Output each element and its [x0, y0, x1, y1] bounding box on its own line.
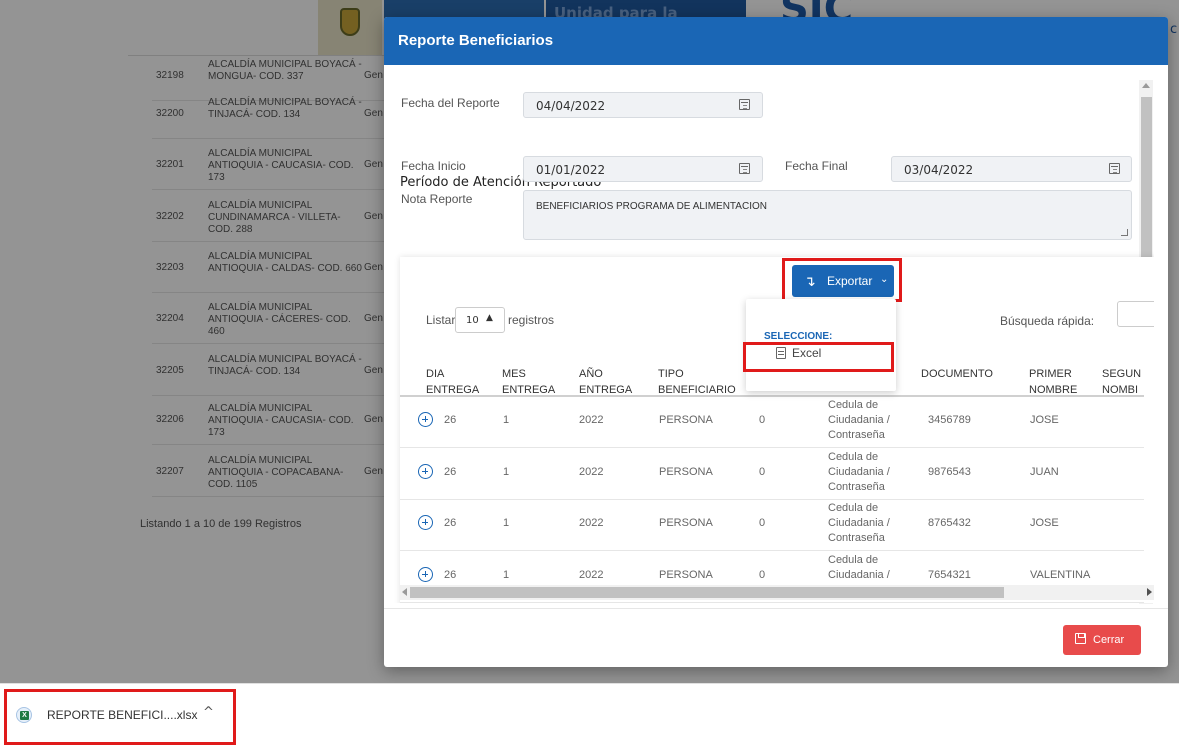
- table-header-cell[interactable]: DOCUMENTO: [921, 366, 1011, 382]
- fecha-final-value: 03/04/2022: [904, 163, 974, 177]
- tipo-cell: PERSONA: [659, 414, 713, 426]
- mes-cell: 1: [503, 466, 510, 478]
- nombre-cell: JUAN: [1030, 466, 1059, 478]
- highlight-download: [4, 689, 236, 745]
- modal-header: Reporte Beneficiarios: [384, 17, 1168, 65]
- fecha-inicio-field[interactable]: 01/01/2022: [523, 156, 763, 182]
- expand-row-icon[interactable]: [418, 515, 433, 530]
- table-header-cell[interactable]: TIPO BENEFICIARIO: [658, 366, 738, 398]
- fecha-inicio-label: Fecha Inicio: [401, 159, 466, 173]
- table-header-cell[interactable]: DIA ENTREGA: [426, 366, 486, 398]
- table-header-cell[interactable]: MES ENTREGA: [502, 366, 572, 398]
- listar-label: Listar: [426, 313, 456, 327]
- modal-footer: Cerrar: [384, 608, 1168, 667]
- dropdown-header: SELECCIONE:: [764, 331, 833, 342]
- anio-cell: 2022: [579, 569, 604, 581]
- fecha-reporte-label: Fecha del Reporte: [401, 96, 500, 110]
- count-cell: 0: [759, 569, 766, 581]
- close-button[interactable]: Cerrar: [1063, 625, 1141, 655]
- resize-grip-icon[interactable]: [1121, 229, 1128, 236]
- nota-label: Nota Reporte: [401, 192, 473, 206]
- dia-cell: 26: [444, 569, 457, 581]
- documento-cell: 8765432: [928, 517, 971, 529]
- count-cell: 0: [759, 517, 766, 529]
- tipo-cell: PERSONA: [659, 517, 713, 529]
- count-cell: 0: [759, 414, 766, 426]
- table-horizontal-scrollbar[interactable]: [400, 585, 1154, 600]
- header-label: DIA ENTREGA: [426, 368, 480, 396]
- count-cell: 0: [759, 466, 766, 478]
- search-label: Búsqueda rápida:: [1000, 314, 1095, 328]
- mes-cell: 1: [503, 569, 510, 581]
- scroll-left-icon[interactable]: [402, 588, 407, 596]
- calendar-icon[interactable]: [739, 99, 750, 110]
- nombre-cell: VALENTINA: [1030, 569, 1091, 581]
- select-arrows-icon: ▲: [486, 313, 493, 323]
- highlight-export: [782, 258, 902, 302]
- scroll-right-icon[interactable]: [1147, 588, 1152, 596]
- table-header-cell[interactable]: AÑO ENTREGA: [579, 366, 649, 398]
- expand-row-icon[interactable]: [418, 412, 433, 427]
- header-label: TIPO BENEFICIARIO: [658, 368, 736, 396]
- nombre-cell: JOSE: [1030, 517, 1059, 529]
- calendar-icon[interactable]: [739, 163, 750, 174]
- modal-title: Reporte Beneficiarios: [398, 32, 554, 49]
- calendar-icon[interactable]: [1109, 163, 1120, 174]
- anio-cell: 2022: [579, 466, 604, 478]
- tipo-cell: PERSONA: [659, 569, 713, 581]
- header-label: DOCUMENTO: [921, 368, 993, 380]
- anio-cell: 2022: [579, 414, 604, 426]
- documento-cell: 7654321: [928, 569, 971, 581]
- nota-textarea[interactable]: BENEFICIARIOS PROGRAMA DE ALIMENTACION: [523, 190, 1132, 240]
- header-label: SEGUN NOMBI: [1102, 368, 1142, 396]
- dia-cell: 26: [444, 466, 457, 478]
- documento-cell: 9876543: [928, 466, 971, 478]
- documento-cell: 3456789: [928, 414, 971, 426]
- tipo-documento-cell: Cedula de Ciudadania /: [828, 554, 890, 581]
- table-row[interactable]: 26 1 2022 PERSONA 0 8765432 JOSE Cedula de Ciud…: [400, 499, 1144, 551]
- search-input[interactable]: [1117, 301, 1154, 327]
- tipo-documento-cell: Cedula de Ciudadania / Contraseña: [828, 502, 890, 544]
- anio-cell: 2022: [579, 517, 604, 529]
- mes-cell: 1: [503, 517, 510, 529]
- tipo-documento-cell: Cedula de Ciudadania / Contraseña: [828, 399, 890, 441]
- table-header-cell[interactable]: SEGUN NOMBI: [1102, 366, 1152, 398]
- fecha-final-label: Fecha Final: [785, 159, 848, 173]
- save-icon: [1075, 633, 1086, 644]
- expand-row-icon[interactable]: [418, 464, 433, 479]
- screen: Unidad para la atención SIC 32198ALCALDÍ…: [0, 0, 1179, 745]
- modal-body: Fecha del Reporte 04/04/2022 Período de …: [384, 65, 1154, 603]
- fecha-reporte-value: 04/04/2022: [536, 99, 606, 113]
- header-label: MES ENTREGA: [502, 368, 556, 396]
- table-header-cell[interactable]: PRIMER NOMBRE: [1029, 366, 1089, 398]
- nombre-cell: JOSE: [1030, 414, 1059, 426]
- close-button-label: Cerrar: [1093, 634, 1125, 646]
- fecha-final-field[interactable]: 03/04/2022: [891, 156, 1132, 182]
- report-modal: Reporte Beneficiarios Fecha del Reporte …: [384, 17, 1168, 667]
- header-label: AÑO ENTREGA: [579, 368, 633, 396]
- table-row[interactable]: 26 1 2022 PERSONA 0 3456789 JOSE Cedula de Ciud…: [400, 396, 1144, 448]
- nota-value: BENEFICIARIOS PROGRAMA DE ALIMENTACION: [536, 201, 767, 212]
- page-length-select[interactable]: 10 ▲: [455, 307, 505, 333]
- page-length-value: 10: [466, 315, 479, 326]
- table-row[interactable]: 26 1 2022 PERSONA 0 9876543 JUAN Cedula de Ciud…: [400, 448, 1144, 500]
- fecha-inicio-value: 01/01/2022: [536, 163, 606, 177]
- tipo-cell: PERSONA: [659, 466, 713, 478]
- header-label: PRIMER NOMBRE: [1029, 368, 1078, 396]
- dia-cell: 26: [444, 414, 457, 426]
- scroll-thumb[interactable]: [410, 587, 1004, 598]
- registros-label: registros: [508, 313, 555, 327]
- fecha-reporte-field[interactable]: 04/04/2022: [523, 92, 763, 118]
- dia-cell: 26: [444, 517, 457, 529]
- expand-row-icon[interactable]: [418, 567, 433, 582]
- tipo-documento-cell: Cedula de Ciudadania / Contraseña: [828, 451, 890, 493]
- download-bar: X REPORTE BENEFICI....xlsx ^: [0, 683, 1179, 745]
- highlight-excel: [743, 342, 894, 372]
- mes-cell: 1: [503, 414, 510, 426]
